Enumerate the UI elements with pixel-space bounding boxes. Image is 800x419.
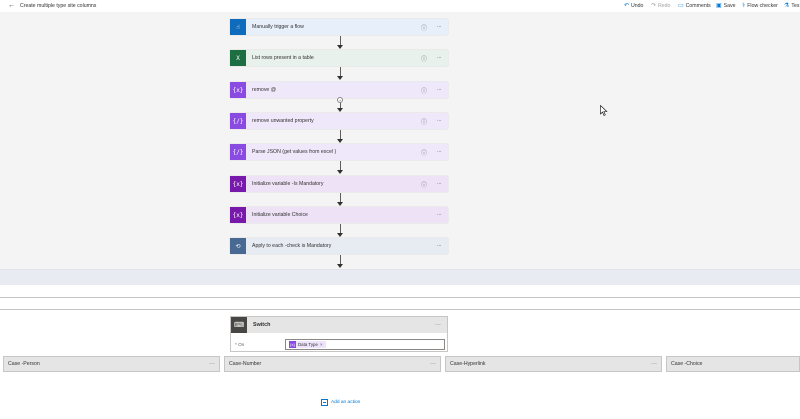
step-card-manual-trigger[interactable]: ☝ Manually trigger a flow ⓘ ··· [230,19,448,35]
step-card-parse-json[interactable]: {/} Parse JSON (get values from excel ) … [230,144,448,160]
case-card-hyperlink[interactable]: Case-Hyperlink ··· [445,356,662,372]
case-card-person[interactable]: Case -Person ··· [3,356,220,372]
test-button[interactable]: ⚗ Tes [784,2,799,10]
excel-icon: X [230,50,246,66]
more-options-button[interactable]: ··· [432,87,446,93]
case-card-number[interactable]: Case-Number ··· [224,356,441,372]
save-label: Save [723,3,736,9]
more-options-button[interactable]: ··· [432,118,446,124]
apply-to-each-scope [0,269,800,285]
variable-icon: {x} [230,207,246,223]
redo-label: Redo [658,3,671,9]
comments-button[interactable]: ▭ Comments [678,2,711,10]
connector-arrow [336,193,343,207]
step-title: Manually trigger a flow [252,24,304,30]
undo-label: Undo [631,3,644,9]
back-arrow-icon[interactable]: ← [8,2,15,9]
switch-header[interactable]: ⌨ Switch ··· [231,317,447,333]
more-options-button[interactable]: ··· [432,243,446,249]
variable-icon: {x} [289,340,296,348]
connector-arrow [336,36,343,50]
scope-gap [0,298,800,309]
dynamic-content-token[interactable]: {x} Data Type × [289,340,326,348]
case-title: Case-Number [229,361,262,367]
connector-arrow [336,67,343,81]
more-options-button[interactable]: ··· [432,55,446,61]
comment-icon: ▭ [678,3,684,9]
info-icon[interactable]: ⓘ [420,148,428,157]
top-toolbar: ← Create multiple type site columns ↶ Un… [0,0,800,12]
undo-icon: ↶ [624,3,630,9]
step-card-apply-to-each[interactable]: ⟲ Apply to each -check is Mandatory ··· [230,238,448,254]
flow-title: Create multiple type site columns [20,3,97,9]
variable-expression-icon: {x} [230,82,246,98]
step-title: Apply to each -check is Mandatory [252,243,332,249]
flow-checker-label: Flow checker [747,3,778,9]
step-title: Parse JSON (get values from excel ) [252,149,337,155]
switch-card[interactable]: ⌨ Switch ··· * On {x} Data Type × [230,316,448,352]
more-options-button[interactable]: ··· [432,149,446,155]
redo-icon: ↷ [651,3,657,9]
save-icon: ▣ [716,3,722,9]
connector-arrow [336,161,343,175]
variable-icon: {x} [230,176,246,192]
info-icon[interactable]: ⓘ [420,54,428,63]
info-icon[interactable]: ⓘ [420,23,428,32]
step-title: Initialize variable -Is Mandatory [252,181,324,187]
more-options-button[interactable]: ··· [205,361,219,367]
comments-label: Comments [685,3,711,9]
step-card-list-rows[interactable]: X List rows present in a table ⓘ ··· [230,50,448,66]
parse-json-icon: {/} [230,144,246,160]
switch-on-input[interactable]: {x} Data Type × [285,338,445,350]
loop-icon: ⟲ [230,238,246,254]
step-title: List rows present in a table [252,55,314,61]
case-title: Case-Hyperlink [450,361,486,367]
divider [0,309,800,310]
switch-title: Switch [253,322,271,328]
add-action-label: Add an action [331,400,361,405]
mouse-cursor-icon [600,105,608,116]
case-title: Case -Choice [671,361,703,367]
more-options-button[interactable]: ··· [432,181,446,187]
more-options-button[interactable]: ··· [647,361,661,367]
step-card-init-choice[interactable]: {x} Initialize variable Choice ··· [230,207,448,223]
insert-step-icon[interactable]: + [337,97,343,103]
add-action-icon [321,399,328,406]
on-label: * On [235,341,245,347]
step-title: remove unwanted property [252,118,314,124]
save-button[interactable]: ▣ Save [716,2,736,10]
test-label: Tes [791,3,800,9]
connector-arrow [336,130,343,144]
step-title: remove @ [252,87,277,93]
info-icon[interactable]: ⓘ [420,117,428,126]
token-label: Data Type [298,341,318,347]
step-title: Initialize variable Choice [252,212,308,218]
add-action-button[interactable]: Add an action [321,399,360,406]
scope-body [0,285,800,297]
more-options-button[interactable]: ··· [432,212,446,218]
data-operation-icon: {/} [230,113,246,129]
trigger-hand-icon: ☝ [230,19,246,35]
step-card-remove-unwanted[interactable]: {/} remove unwanted property ⓘ ··· [230,113,448,129]
case-card-choice[interactable]: Case -Choice [666,356,800,372]
switch-icon: ⌨ [231,317,247,333]
connector-arrow [336,224,343,238]
remove-token-icon[interactable]: × [320,342,323,347]
more-options-button[interactable]: ··· [431,322,445,328]
switch-on-row: * On {x} Data Type × [235,338,445,350]
connector-arrow [336,255,343,269]
info-icon[interactable]: ⓘ [420,180,428,189]
case-title: Case -Person [8,361,40,367]
more-options-button[interactable]: ··· [432,24,446,30]
info-icon[interactable]: ⓘ [420,86,428,95]
undo-button[interactable]: ↶ Undo [624,2,643,10]
test-icon: ⚗ [784,3,790,9]
flow-checker-button[interactable]: ⚕ Flow checker [742,2,778,10]
redo-button[interactable]: ↷ Redo [651,2,670,10]
step-card-init-mandatory[interactable]: {x} Initialize variable -Is Mandatory ⓘ … [230,176,448,192]
flow-checker-icon: ⚕ [742,3,746,9]
more-options-button[interactable]: ··· [426,361,440,367]
step-card-remove-at[interactable]: {x} remove @ ⓘ ··· [230,82,448,98]
